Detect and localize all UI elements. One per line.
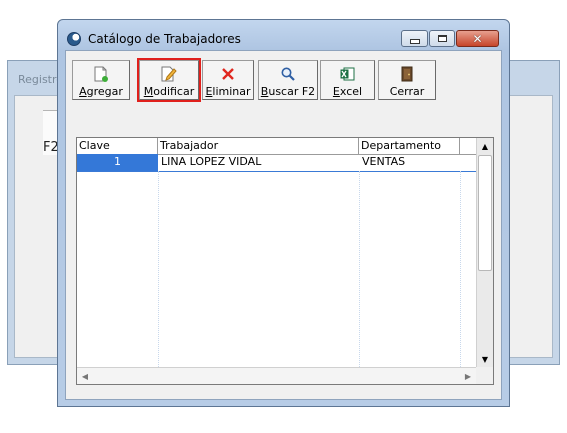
scrollbar-corner [476, 367, 493, 384]
window-title: Catálogo de Trabajadores [88, 32, 241, 46]
column-header-filler [460, 138, 477, 154]
title-bar[interactable]: Catálogo de Trabajadores ✕ [58, 20, 509, 50]
scroll-down-icon[interactable]: ▼ [477, 351, 493, 367]
column-divider [158, 171, 159, 367]
scroll-left-icon[interactable]: ◀ [77, 368, 93, 384]
column-divider [460, 171, 461, 367]
window-client-area: Agregar Modificar Eliminar Buscar F2 Exc… [65, 50, 502, 400]
eliminar-button[interactable]: Eliminar [202, 60, 254, 100]
catalog-window: Catálogo de Trabajadores ✕ Agregar Modif… [57, 19, 510, 407]
excel-button[interactable]: Excel [320, 60, 375, 100]
maximize-button[interactable] [429, 30, 455, 47]
excel-icon [340, 65, 355, 83]
magnifier-icon [281, 65, 295, 83]
agregar-button[interactable]: Agregar [72, 60, 130, 100]
close-button[interactable]: ✕ [456, 30, 499, 47]
document-add-icon [94, 65, 108, 83]
close-icon: ✕ [472, 31, 483, 46]
delete-x-icon [222, 65, 234, 83]
column-divider [359, 171, 360, 367]
buscar-button[interactable]: Buscar F2 [258, 60, 318, 100]
cell-departamento[interactable]: VENTAS [359, 154, 460, 171]
highlight-box [137, 58, 201, 102]
grid-header: Clave Trabajador Departamento [77, 138, 477, 155]
cell-clave[interactable]: 1 [77, 154, 158, 171]
column-header-trabajador[interactable]: Trabajador [158, 138, 359, 154]
scroll-right-icon[interactable]: ▶ [460, 368, 476, 384]
cerrar-button[interactable]: Cerrar [378, 60, 436, 100]
minimize-icon [409, 38, 420, 44]
column-header-departamento[interactable]: Departamento [359, 138, 460, 154]
app-icon [67, 32, 81, 46]
cell-trabajador[interactable]: LINA LOPEZ VIDAL [158, 154, 359, 171]
table-row[interactable]: 1 LINA LOPEZ VIDAL VENTAS [77, 154, 477, 172]
maximize-icon [437, 35, 447, 42]
scroll-up-icon[interactable]: ▲ [477, 138, 493, 154]
door-exit-icon [401, 65, 413, 83]
minimize-button[interactable] [401, 30, 428, 47]
workers-grid[interactable]: Clave Trabajador Departamento 1 LINA LOP… [76, 137, 494, 385]
vertical-scroll-thumb[interactable] [478, 155, 492, 271]
horizontal-scrollbar[interactable]: ◀ ▶ [77, 367, 476, 384]
column-header-clave[interactable]: Clave [77, 138, 158, 154]
vertical-scrollbar[interactable]: ▲ ▼ [476, 138, 493, 367]
